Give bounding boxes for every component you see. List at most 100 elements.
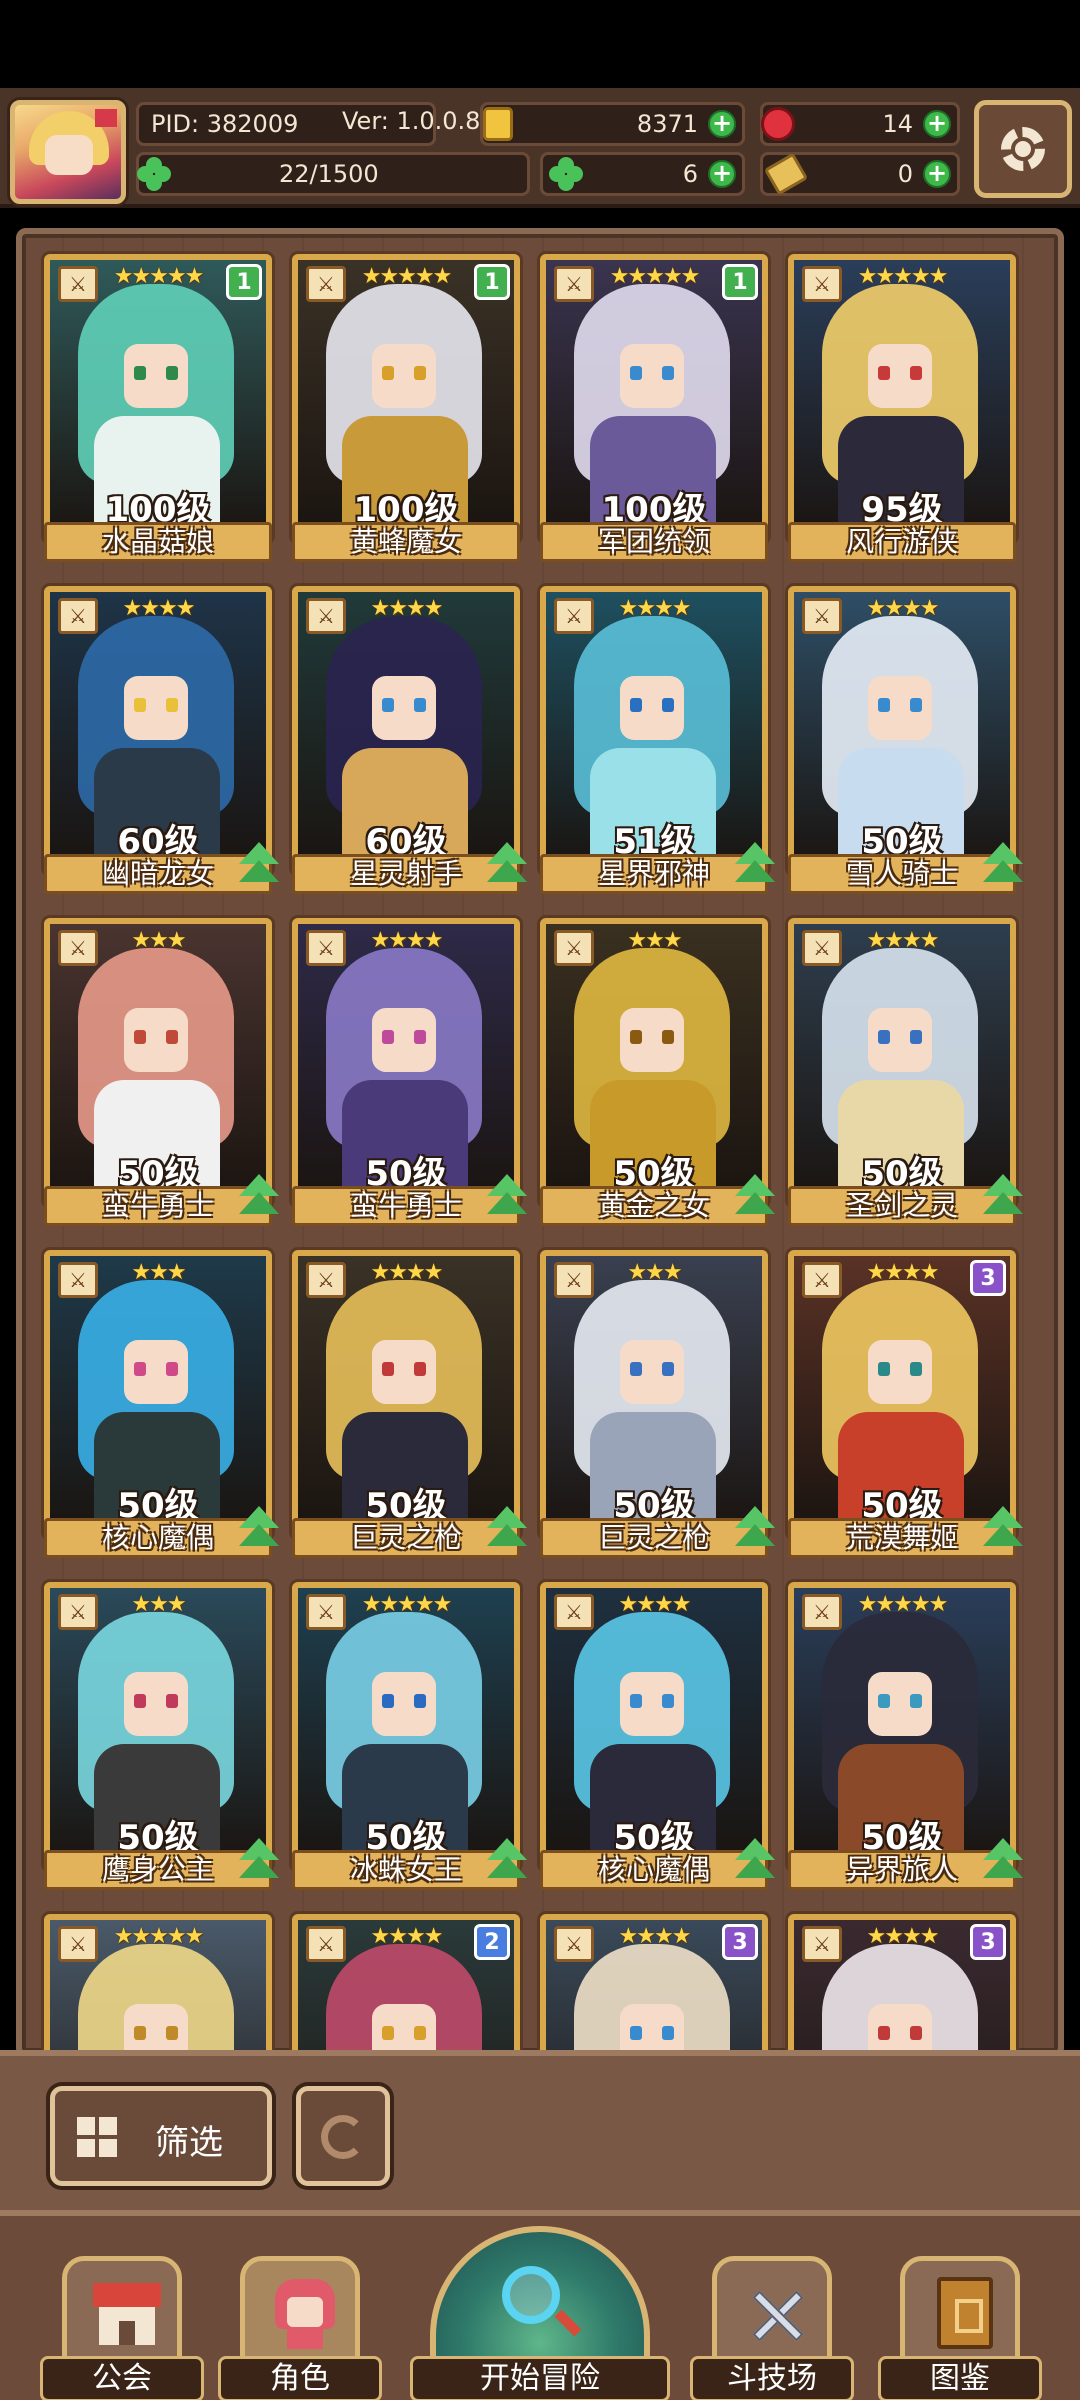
hero-stars: ★★★★ [618,1924,692,1949]
hero-stars: ★★★★ [370,1260,444,1285]
hero-stars: ★★★★★ [113,1924,205,1949]
hero-card[interactable]: ⚔ ★★★ 50级 鹰身公主 [44,1582,279,1892]
hero-stars: ★★★★★ [361,264,453,289]
add-clover-button[interactable]: + [708,160,736,188]
stamina-clover-icon [137,157,171,191]
hero-portrait-frame: ⚔ ★★★★ 3 [540,1914,768,2052]
stamina-pill: 22/1500 [136,152,530,196]
upgrade-arrow-icon [980,1838,1026,1884]
hero-card[interactable]: ⚔ ★★★★ 50级 蛮牛勇士 [292,918,527,1228]
grid-icon [77,2117,117,2157]
hero-name-plate: 风行游侠 [788,522,1016,562]
reset-filter-button[interactable] [296,2086,390,2186]
add-gold-button[interactable]: + [708,110,736,138]
upgrade-arrow-icon [732,1174,778,1220]
hero-stars: ★★★★ [866,928,940,953]
hero-card[interactable]: ⚔ ★★★★ 51级 星界邪神 [540,586,775,896]
hero-stars: ★★★ [627,1260,682,1285]
hero-card[interactable]: ⚔ ★★★★ 2 [292,1914,520,2052]
start-adventure-button[interactable]: 开始冒险 [410,2226,670,2400]
hero-card[interactable]: ⚔ ★★★★ 3 [540,1914,768,2052]
hero-stars: ★★★★★ [609,264,701,289]
hero-card[interactable]: ⚔ ★★★ 50级 黄金之女 [540,918,775,1228]
nav-guild-label: 公会 [40,2356,204,2400]
hero-card[interactable]: ⚔ ★★★★ 50级 核心魔偶 [540,1582,775,1892]
add-keys-button[interactable]: + [923,160,951,188]
hero-card[interactable]: ⚔ ★★★★★ 50级 冰蛛女王 [292,1582,527,1892]
upgrade-arrow-icon [732,1506,778,1552]
top-hud: PID: 382009 Ver: 1.0.0.8 8371 + 14 + 22/… [0,88,1080,208]
hero-girl-icon [275,2279,335,2349]
hero-name-plate: 水晶菇娘 [44,522,272,562]
hero-card[interactable]: ⚔ ★★★★ 50级 巨灵之枪 [292,1250,527,1560]
clover-pill: 6 + [540,152,745,196]
gold-coin-icon [483,107,513,141]
gem-pill: 14 + [760,102,960,146]
magnifier-icon [502,2266,560,2324]
hero-card[interactable]: ⚔ ★★★ 50级 蛮牛勇士 [44,918,279,1228]
hero-stars: ★★★ [131,928,186,953]
hero-stars: ★★★★★ [361,1592,453,1617]
filter-label: 筛选 [155,2123,223,2163]
stamina-value: 22/1500 [279,160,379,188]
hero-rank-badge: 3 [970,1260,1006,1296]
hero-portrait-frame: ⚔ ★★★★ 51级 [540,586,768,874]
hero-portrait-frame: ⚔ ★★★★★ [44,1914,272,2052]
hero-card[interactable]: ⚔ ★★★ 50级 巨灵之枪 [540,1250,775,1560]
hero-stars: ★★★★ [122,596,196,621]
hero-name-plate: 军团统领 [540,522,768,562]
upgrade-arrow-icon [732,1838,778,1884]
hero-portrait-frame: ⚔ ★★★★★ 50级 [788,1582,1016,1870]
player-avatar[interactable] [10,100,126,204]
hero-card[interactable]: ⚔ ★★★★★ 1 100级 水晶菇娘 [44,254,272,564]
codex-icon-box [900,2256,1020,2366]
hero-card[interactable]: ⚔ ★★★★ 3 50级 荒漠舞姬 [788,1250,1023,1560]
nav-arena[interactable]: 斗技场 [690,2256,854,2400]
hero-stars: ★★★★ [618,1592,692,1617]
hero-card[interactable]: ⚔ ★★★★★ 50级 异界旅人 [788,1582,1023,1892]
hero-card[interactable]: ⚔ ★★★★★ 1 100级 军团统领 [540,254,768,564]
hero-roster-panel[interactable]: ⚔ ★★★★★ 1 100级 水晶菇娘 ⚔ ★★★★★ 1 100级 黄蜂魔女 ⚔ ★★★★★ 1 100… [16,228,1064,2058]
nav-heroes[interactable]: 角色 [218,2256,382,2400]
nav-codex[interactable]: 图鉴 [878,2256,1042,2400]
hero-portrait-frame: ⚔ ★★★★ 50级 [788,918,1016,1206]
guild-house-icon [93,2283,161,2345]
settings-button[interactable] [974,100,1072,198]
hero-card[interactable]: ⚔ ★★★★★ 1 100级 黄蜂魔女 [292,254,520,564]
start-adventure-label: 开始冒险 [410,2356,670,2400]
heroes-icon-box [240,2256,360,2366]
hero-card[interactable]: ⚔ ★★★ 50级 核心魔偶 [44,1250,279,1560]
add-gems-button[interactable]: + [923,110,951,138]
hero-card[interactable]: ⚔ ★★★★★ 95级 风行游侠 [788,254,1016,564]
hero-portrait-frame: ⚔ ★★★★★ 1 100级 [292,254,520,542]
hero-stars: ★★★★ [866,1924,940,1949]
key-pill: 0 + [760,152,960,196]
player-id: PID: 382009 [151,110,299,138]
hero-card[interactable]: ⚔ ★★★★★ [44,1914,272,2052]
hero-card[interactable]: ⚔ ★★★★ 50级 圣剑之灵 [788,918,1023,1228]
hero-card[interactable]: ⚔ ★★★★ 3 [788,1914,1016,2052]
hero-stars: ★★★★ [370,1924,444,1949]
key-amount: 0 [897,160,913,188]
hero-card[interactable]: ⚔ ★★★★ 50级 雪人骑士 [788,586,1023,896]
hero-portrait-frame: ⚔ ★★★★ 3 50级 [788,1250,1016,1538]
hero-stars: ★★★★ [370,596,444,621]
hero-rank-badge: 3 [722,1924,758,1960]
nav-arena-label: 斗技场 [690,2356,854,2400]
hero-rank-badge: 1 [226,264,262,300]
filter-button[interactable]: 筛选 [50,2086,272,2186]
hero-portrait-frame: ⚔ ★★★★★ 95级 [788,254,1016,542]
filter-bar: 筛选 [0,2050,1080,2210]
hero-card[interactable]: ⚔ ★★★★ 60级 幽暗龙女 [44,586,279,896]
upgrade-arrow-icon [484,1838,530,1884]
hero-name-plate: 黄蜂魔女 [292,522,520,562]
game-version: Ver: 1.0.0.8 [342,107,481,135]
avatar-face [45,135,93,175]
nav-guild[interactable]: 公会 [40,2256,204,2400]
hero-card[interactable]: ⚔ ★★★★ 60级 星灵射手 [292,586,527,896]
hero-stars: ★★★★ [866,596,940,621]
upgrade-arrow-icon [484,1506,530,1552]
bottom-nav: 公会 角色 开始冒险 斗技场 图鉴 [0,2210,1080,2400]
clover-icon [549,157,583,191]
refresh-icon [321,2115,365,2159]
